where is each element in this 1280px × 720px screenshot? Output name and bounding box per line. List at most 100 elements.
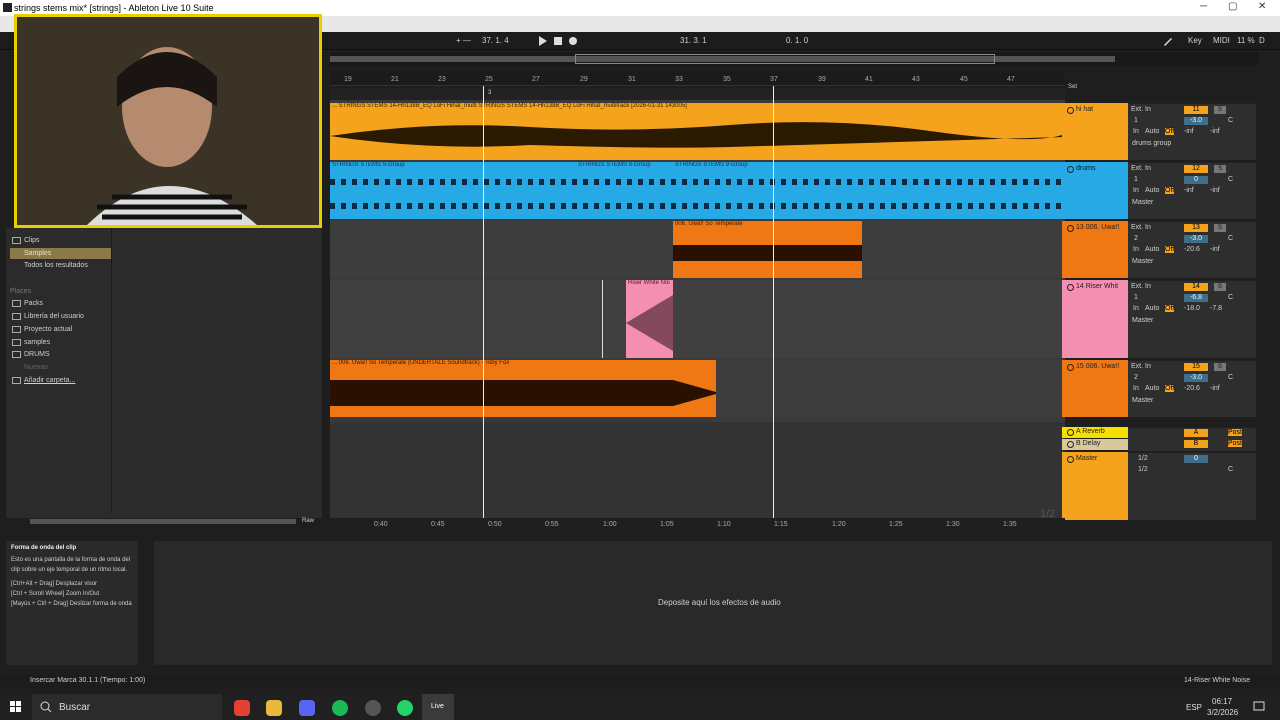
cue-out[interactable]: 1/2 [1138,455,1148,462]
key-map-button[interactable]: Key [1188,36,1202,45]
monitor-auto[interactable]: Auto [1145,128,1159,135]
master-pan[interactable]: C [1228,466,1233,473]
fold-icon[interactable] [1067,441,1074,448]
windows-start-icon[interactable] [10,701,22,713]
draw-mode-icon[interactable] [1163,36,1173,46]
track-lane-14[interactable]: Riser White Noi [330,280,1065,358]
audio-clip[interactable]: STRINGS STEMS 9-Group STRINGS STEMS 9-Gr… [330,162,1062,219]
maximize-button[interactable]: ▢ [1228,1,1237,12]
output-routing[interactable]: Master [1132,258,1153,265]
monitor-in[interactable]: In [1133,187,1139,194]
input-channel[interactable]: 1 [1134,294,1138,301]
input-type[interactable]: Ext. In [1131,224,1151,231]
return-activator-a[interactable]: A [1184,429,1208,437]
volume-field[interactable]: -3.0 [1184,117,1208,125]
input-type[interactable]: Ext. In [1131,165,1151,172]
volume-field[interactable]: -3.0 [1184,235,1208,243]
pan-field[interactable]: C [1228,235,1233,242]
track-name[interactable]: hi hat [1076,106,1093,113]
locator-lane[interactable]: 3 [330,88,1065,100]
track-header-14[interactable]: 14 Riser Whit [1062,280,1128,358]
track-name[interactable]: Master [1076,455,1097,462]
monitor-off[interactable]: Off [1165,128,1175,135]
fold-icon[interactable] [1067,456,1074,463]
chrome-icon[interactable] [234,700,250,716]
loop-length[interactable]: 0. 1. 0 [786,36,808,45]
obs-icon[interactable] [365,700,381,716]
fold-icon[interactable] [1067,225,1074,232]
time-ruler[interactable]: 0:40 0:45 0:50 0:55 1:00 1:05 1:10 1:15 … [330,518,1065,532]
browser-item-clips[interactable]: Clips [24,237,40,244]
output-routing[interactable]: Master [1132,317,1153,324]
input-channel[interactable]: 1 [1134,176,1138,183]
clock-time[interactable]: 06:17 [1212,697,1232,706]
minimize-button[interactable]: ─ [1200,1,1207,12]
track-header-hihat[interactable]: hi hat [1062,103,1128,160]
output-routing[interactable]: Master [1132,199,1153,206]
add-folder-button[interactable]: Añadir carpeta... [24,377,75,384]
master-out[interactable]: 1/2 [1138,466,1148,473]
overview-viewport[interactable] [575,54,995,64]
track-activator[interactable]: 15 [1184,363,1208,371]
place-drums[interactable]: DRUMS [24,351,50,358]
track-activator[interactable]: 14 [1184,283,1208,291]
audio-clip[interactable]: ... STRINGS STEMS 14-Hh138B_EQ LoFi Hiha… [330,103,1062,160]
input-type[interactable]: Ext. In [1131,283,1151,290]
track-name[interactable]: 14 Riser Whit [1076,283,1118,290]
stop-icon[interactable] [553,36,563,46]
track-header-13[interactable]: 13 006. Uwa!! [1062,221,1128,278]
return-header-reverb[interactable]: A Reverb [1062,427,1128,438]
discord-icon[interactable] [299,700,315,716]
solo-button[interactable]: S [1214,106,1226,114]
audio-clip[interactable]: ... 006. Uwa!! So Temperate (UNDERTALE S… [330,360,716,417]
ableton-taskbar-button[interactable]: Live [422,694,454,720]
solo-button[interactable]: S [1214,283,1226,291]
fold-icon[interactable] [1067,284,1074,291]
volume-field[interactable]: 0 [1184,176,1208,184]
fold-icon[interactable] [1067,429,1074,436]
audio-clip[interactable]: Riser White Noi [626,280,673,358]
solo-button[interactable]: S [1214,165,1226,173]
search-box[interactable]: Buscar [32,694,222,720]
pan-field[interactable]: C [1228,176,1233,183]
browser-item-samples[interactable]: Samples [24,250,51,257]
input-channel[interactable]: 2 [1134,374,1138,381]
monitor-off[interactable]: Off [1165,305,1175,312]
solo-button[interactable]: S [1214,363,1226,371]
monitor-off[interactable]: Off [1165,246,1175,253]
monitor-in[interactable]: In [1133,385,1139,392]
track-header-15[interactable]: 15 006. Uwa!! [1062,360,1128,417]
track-lane-drums[interactable]: STRINGS STEMS 9-Group STRINGS STEMS 9-Gr… [330,162,1065,219]
pan-field[interactable]: C [1228,294,1233,301]
monitor-auto[interactable]: Auto [1145,305,1159,312]
place-new[interactable]: Nuevas [24,364,48,371]
monitor-in[interactable]: In [1133,246,1139,253]
track-lane-13[interactable]: 006. Uwa!! So Temperate [330,221,1065,278]
return-header-delay[interactable]: B Delay [1062,439,1128,450]
loop-position[interactable]: 31. 3. 1 [680,36,707,45]
raw-button[interactable]: Raw [302,518,314,524]
input-type[interactable]: Ext. In [1131,106,1151,113]
place-packs[interactable]: Packs [24,300,43,307]
monitor-auto[interactable]: Auto [1145,385,1159,392]
monitor-auto[interactable]: Auto [1145,187,1159,194]
arrangement-position[interactable]: 37. 1. 4 [482,36,509,45]
input-channel[interactable]: 1 [1134,117,1138,124]
fold-icon[interactable] [1067,166,1074,173]
track-lane-hihat[interactable]: ... STRINGS STEMS 14-Hh138B_EQ LoFi Hiha… [330,103,1065,160]
monitor-off[interactable]: Off [1165,385,1175,392]
arrangement-overview[interactable] [330,52,1258,66]
pan-field[interactable]: C [1228,117,1233,124]
volume-field[interactable]: -6.8 [1184,294,1208,302]
track-name[interactable]: B Delay [1076,440,1101,447]
input-language[interactable]: ESP [1186,703,1202,712]
device-view[interactable]: Deposite aquí los efectos de audio [154,541,1272,665]
monitor-in[interactable]: In [1133,305,1139,312]
track-name[interactable]: A Reverb [1076,428,1105,435]
monitor-auto[interactable]: Auto [1145,246,1159,253]
arrangement-view[interactable]: ... STRINGS STEMS 14-Hh138B_EQ LoFi Hiha… [330,100,1065,520]
close-button[interactable]: ✕ [1258,1,1266,12]
monitor-in[interactable]: In [1133,128,1139,135]
track-name[interactable]: 13 006. Uwa!! [1076,224,1119,231]
master-header[interactable]: Master [1062,452,1128,520]
